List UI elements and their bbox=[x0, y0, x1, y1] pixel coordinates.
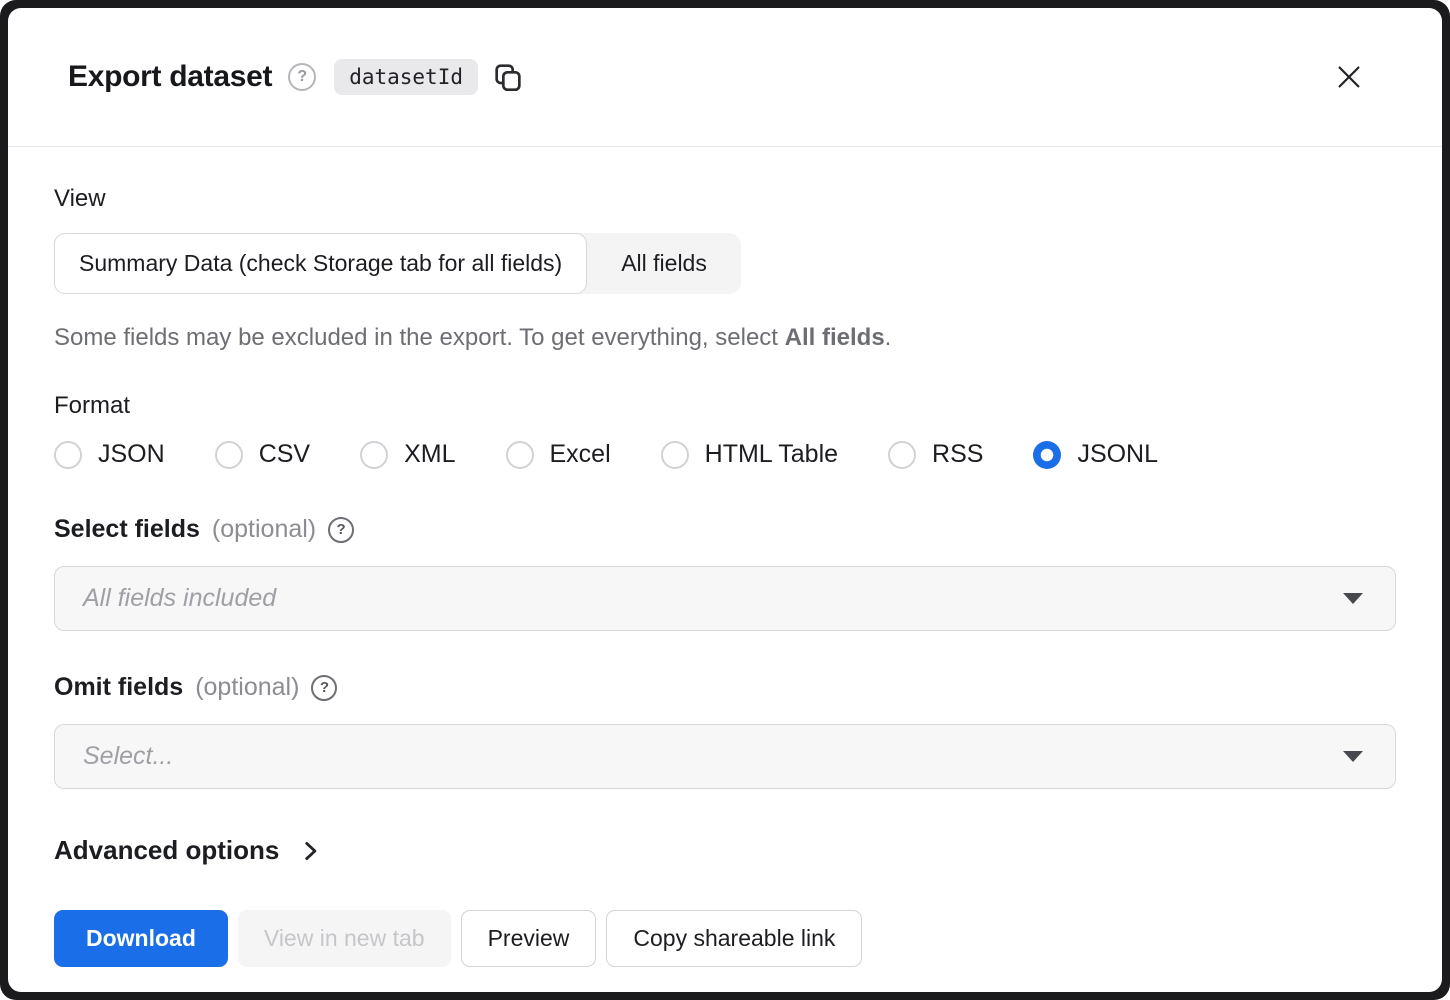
select-fields-label-row: Select fields (optional) ? bbox=[54, 515, 1396, 544]
omit-fields-optional: (optional) bbox=[195, 673, 299, 702]
modal-title: Export dataset bbox=[68, 60, 272, 94]
advanced-options-label: Advanced options bbox=[54, 835, 279, 866]
export-dataset-modal: Export dataset ? datasetId View bbox=[8, 8, 1442, 992]
select-fields-placeholder: All fields included bbox=[83, 584, 1343, 613]
format-radio-csv[interactable]: CSV bbox=[215, 440, 310, 469]
radio-circle-icon bbox=[661, 441, 689, 469]
format-label: Format bbox=[54, 392, 1396, 420]
radio-circle-icon bbox=[506, 441, 534, 469]
format-radio-rss[interactable]: RSS bbox=[888, 440, 983, 469]
omit-fields-label-row: Omit fields (optional) ? bbox=[54, 673, 1396, 702]
advanced-options-toggle[interactable]: Advanced options bbox=[54, 835, 323, 866]
radio-label: HTML Table bbox=[705, 440, 838, 469]
omit-fields-dropdown[interactable]: Select... bbox=[54, 724, 1396, 789]
view-segmented-control: Summary Data (check Storage tab for all … bbox=[54, 233, 741, 294]
omit-fields-placeholder: Select... bbox=[83, 742, 1343, 771]
copy-shareable-link-button[interactable]: Copy shareable link bbox=[606, 910, 862, 967]
hint-bold: All fields bbox=[785, 324, 885, 351]
view-label: View bbox=[54, 185, 1396, 213]
close-button[interactable] bbox=[1334, 62, 1364, 92]
format-radio-json[interactable]: JSON bbox=[54, 440, 165, 469]
select-fields-optional: (optional) bbox=[212, 515, 316, 544]
radio-circle-icon bbox=[54, 441, 82, 469]
hint-prefix: Some fields may be excluded in the expor… bbox=[54, 324, 785, 351]
export-hint-text: Some fields may be excluded in the expor… bbox=[54, 324, 1396, 352]
hint-suffix: . bbox=[885, 324, 892, 351]
radio-label: RSS bbox=[932, 440, 983, 469]
modal-body: View Summary Data (check Storage tab for… bbox=[8, 185, 1442, 967]
view-option-summary-data[interactable]: Summary Data (check Storage tab for all … bbox=[54, 233, 587, 294]
radio-label: Excel bbox=[550, 440, 611, 469]
radio-label: JSONL bbox=[1077, 440, 1158, 469]
radio-label: XML bbox=[404, 440, 455, 469]
preview-button[interactable]: Preview bbox=[461, 910, 597, 967]
copy-dataset-id-button[interactable] bbox=[492, 61, 524, 93]
download-button[interactable]: Download bbox=[54, 910, 228, 967]
question-circle-icon[interactable]: ? bbox=[311, 675, 337, 701]
omit-fields-label: Omit fields bbox=[54, 673, 183, 702]
question-circle-icon[interactable]: ? bbox=[288, 63, 316, 91]
format-radio-excel[interactable]: Excel bbox=[506, 440, 611, 469]
radio-circle-icon bbox=[215, 441, 243, 469]
view-option-all-fields[interactable]: All fields bbox=[587, 233, 741, 294]
format-radio-jsonl[interactable]: JSONL bbox=[1033, 440, 1158, 469]
radio-label: JSON bbox=[98, 440, 165, 469]
close-icon bbox=[1334, 62, 1364, 92]
format-radio-group: JSON CSV XML Excel HTML Table RSS bbox=[54, 440, 1396, 469]
copy-icon bbox=[492, 61, 524, 93]
format-radio-html-table[interactable]: HTML Table bbox=[661, 440, 838, 469]
view-in-new-tab-button[interactable]: View in new tab bbox=[238, 910, 451, 967]
radio-circle-icon bbox=[360, 441, 388, 469]
modal-header: Export dataset ? datasetId bbox=[8, 8, 1442, 147]
dataset-id-badge: datasetId bbox=[334, 59, 478, 95]
chevron-right-icon bbox=[297, 838, 323, 864]
select-fields-dropdown[interactable]: All fields included bbox=[54, 566, 1396, 631]
format-radio-xml[interactable]: XML bbox=[360, 440, 455, 469]
select-fields-label: Select fields bbox=[54, 515, 200, 544]
question-circle-icon[interactable]: ? bbox=[328, 517, 354, 543]
radio-circle-icon bbox=[888, 441, 916, 469]
chevron-down-icon bbox=[1343, 593, 1363, 604]
radio-selected-icon bbox=[1033, 441, 1061, 469]
chevron-down-icon bbox=[1343, 751, 1363, 762]
action-buttons-row: Download View in new tab Preview Copy sh… bbox=[54, 910, 1396, 967]
radio-label: CSV bbox=[259, 440, 310, 469]
